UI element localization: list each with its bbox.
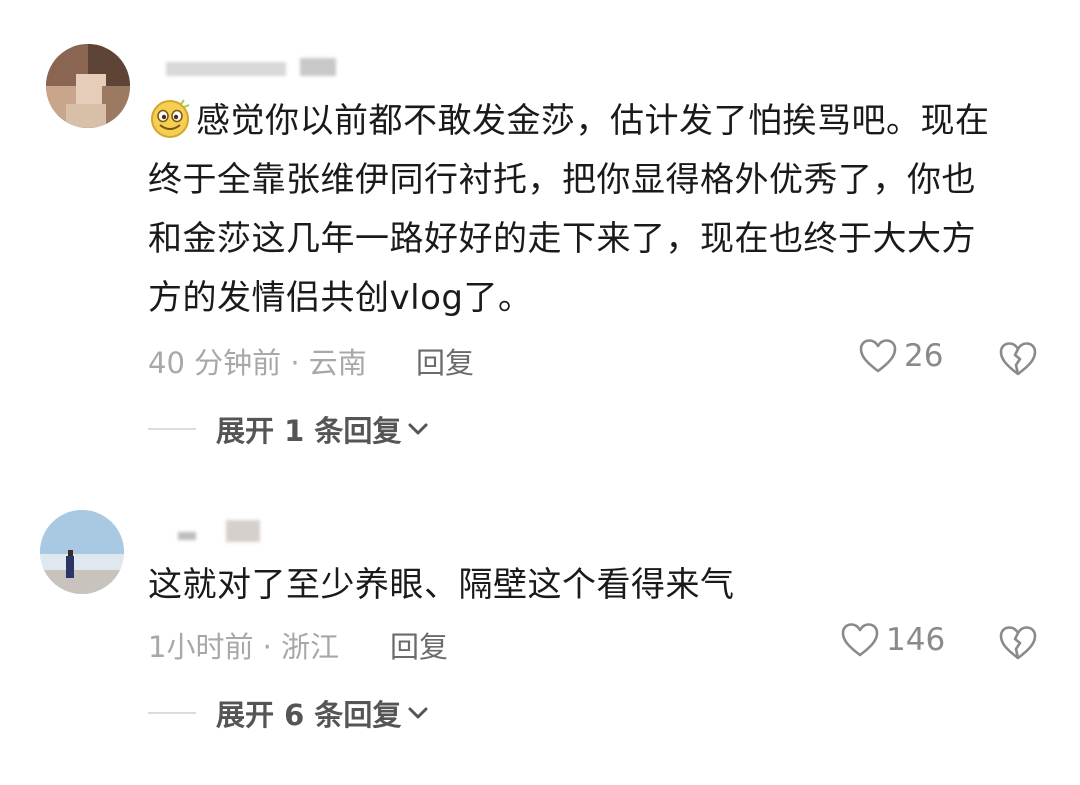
grin-emoji-icon — [151, 99, 190, 138]
comment-text: 感觉你以前都不敢发金莎，估计发了怕挨骂吧。现在 终于全靠张维伊同行衬托，把你显得… — [148, 92, 1038, 328]
expand-replies-button[interactable]: 展开 1 条回复 — [148, 408, 429, 450]
reply-button[interactable]: 回复 — [416, 340, 474, 382]
broken-heart-icon[interactable] — [998, 624, 1038, 662]
divider-line — [148, 428, 196, 430]
comment-text-line: 感觉你以前都不敢发金莎，估计发了怕挨骂吧。现在 — [148, 92, 1038, 151]
comment-text-line: 方的发情侣共创vlog了。 — [148, 278, 533, 318]
comment-text-line: 这就对了至少养眼、隔壁这个看得来气 — [148, 565, 735, 605]
like-button[interactable]: 146 — [840, 622, 945, 658]
avatar[interactable] — [40, 510, 124, 594]
divider-line — [148, 712, 196, 714]
chevron-down-icon — [408, 707, 428, 719]
comment-text-line: 和金莎这几年一路好好的走下来了，现在也终于大大方 — [148, 219, 976, 259]
like-count: 26 — [904, 338, 944, 374]
like-count: 146 — [886, 622, 946, 658]
reply-button[interactable]: 回复 — [390, 624, 448, 666]
comment-text-line: 终于全靠张维伊同行衬托，把你显得格外优秀了，你也 — [148, 160, 976, 200]
heart-outline-icon — [841, 623, 879, 657]
expand-replies-label: 展开 6 条回复 — [216, 698, 402, 732]
comment-time-location: 1小时前 · 浙江 — [148, 630, 340, 664]
avatar[interactable] — [46, 44, 130, 128]
expand-replies-button[interactable]: 展开 6 条回复 — [148, 692, 429, 734]
chevron-down-icon — [408, 423, 428, 435]
broken-heart-icon[interactable] — [998, 340, 1038, 378]
comment-time-location: 40 分钟前 · 云南 — [148, 346, 367, 380]
expand-replies-label: 展开 1 条回复 — [216, 414, 402, 448]
comment-text: 这就对了至少养眼、隔壁这个看得来气 — [148, 556, 1038, 615]
like-button[interactable]: 26 — [858, 338, 943, 374]
heart-outline-icon — [859, 339, 897, 373]
